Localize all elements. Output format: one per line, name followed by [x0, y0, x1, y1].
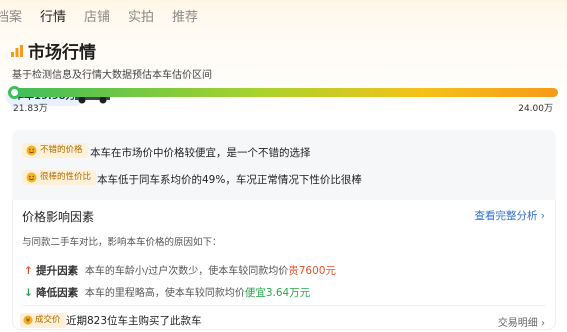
- price-range-min: 21.83万: [13, 104, 48, 114]
- assessment-text: 本车低于同车系均价的49%，车况正常情况下性价比很棒: [97, 174, 362, 186]
- arrow-down-icon: ↓: [24, 287, 33, 299]
- transaction-details-link[interactable]: 交易明细 ›: [498, 314, 545, 329]
- price-factors-description: 与同款二手车对比，影响本车价格的原因如下：: [22, 237, 222, 248]
- factor-detail: 本车的里程略高，使本车较同款均价: [84, 288, 245, 299]
- recent-buyers-text: 近期823位车主购买了此款车: [66, 315, 202, 327]
- factor-label: 降低因素: [36, 287, 79, 299]
- factor-row-increase: ↑ 提升因素 本车的车龄小/过户次数少，使本车较同款均价贵7600元: [24, 262, 336, 278]
- assessment-badge-good-price: 不错的价格: [22, 143, 88, 158]
- smile-face-icon: [26, 172, 37, 183]
- svg-text:¥: ¥: [26, 317, 31, 325]
- assessment-badge-value: 很棒的性价比: [22, 170, 97, 185]
- factor-label: 提升因素: [36, 265, 79, 277]
- coin-icon: ¥: [23, 315, 33, 325]
- deal-price-badge: ¥ 成交价: [20, 313, 66, 328]
- tab-market[interactable]: 行情: [40, 6, 66, 25]
- price-factors-title: 价格影响因素: [22, 210, 95, 224]
- smile-face-icon: [26, 145, 37, 156]
- market-header: 市场行情 基于检测信息及行情大数据预估本车估价区间 本车19.98万 21.83…: [0, 30, 567, 122]
- market-subtitle: 基于检测信息及行情大数据预估本车估价区间: [12, 70, 212, 81]
- divider: [22, 305, 546, 306]
- full-analysis-link[interactable]: 查看完整分析 ›: [474, 208, 545, 223]
- price-range-bar: [10, 88, 558, 97]
- tab-store[interactable]: 店铺: [84, 6, 110, 25]
- assessment-badge-label: 很棒的性价比: [40, 172, 92, 182]
- chart-bars-icon: [11, 45, 23, 57]
- factor-highlight: 贵7600元: [288, 265, 336, 277]
- factor-detail: 本车的车龄小/过户次数少，使本车较同款均价: [84, 266, 289, 277]
- factor-row-decrease: ↓ 降低因素 本车的里程略高，使本车较同款均价便宜3.64万元: [24, 284, 310, 300]
- factor-highlight: 便宜3.64万元: [244, 287, 311, 299]
- arrow-up-icon: ↑: [24, 265, 33, 277]
- tab-archive[interactable]: 档案: [0, 6, 22, 25]
- tab-recommend[interactable]: 推荐: [172, 6, 198, 25]
- assessment-text: 本车在市场价中价格较便宜，是一个不错的选择: [90, 147, 311, 159]
- top-tab-bar: 档案 行情 店铺 实拍 推荐: [0, 0, 567, 30]
- price-range-max: 24.00万: [518, 104, 553, 114]
- price-range-marker: [8, 86, 21, 99]
- deal-badge-label: 成交价: [35, 315, 61, 325]
- section-title-market: 市场行情: [28, 43, 96, 63]
- tab-photos[interactable]: 实拍: [128, 6, 154, 25]
- assessment-panel: [12, 130, 556, 200]
- assessment-badge-label: 不错的价格: [40, 145, 83, 155]
